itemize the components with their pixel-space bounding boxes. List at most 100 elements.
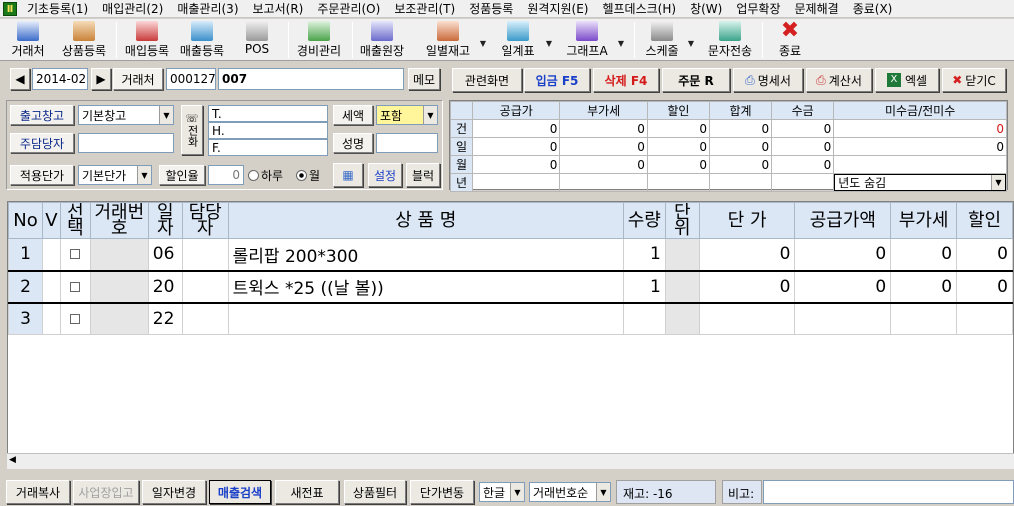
table-row-selected[interactable]: 2 20 트윅스 *25 ((날 볼)) 1 0 0 0 0 xyxy=(8,269,1013,304)
next-month-button[interactable]: ▶ xyxy=(91,68,111,90)
pos-button[interactable]: POS xyxy=(238,21,276,59)
chevron-down-icon[interactable]: ▼ xyxy=(510,483,524,501)
copy-trade-button[interactable]: 거래복사 xyxy=(6,480,70,504)
col-discount[interactable]: 할인 xyxy=(956,202,1013,239)
product-register-button[interactable]: 상품등록 xyxy=(56,21,112,59)
chevron-down-icon[interactable]: ▼ xyxy=(596,483,610,501)
chevron-down-icon[interactable]: ▼ xyxy=(991,175,1005,190)
sales-register-button[interactable]: 매출등록 xyxy=(176,21,228,59)
col-unit[interactable]: 단위 xyxy=(664,202,700,239)
menu-exit[interactable]: 종료(X) xyxy=(847,0,901,17)
horizontal-scrollbar[interactable]: ◀ xyxy=(7,453,1014,469)
col-trade-number[interactable]: 거래번호 xyxy=(89,202,149,239)
col-manager[interactable]: 담당자 xyxy=(181,202,229,239)
applied-price-select[interactable]: 기본단가 ▼ xyxy=(78,165,152,185)
deposit-button[interactable]: 입금 F5 xyxy=(524,68,590,92)
daily-stock-dropdown-icon[interactable]: ▼ xyxy=(480,39,486,48)
menu-window[interactable]: 창(W) xyxy=(684,0,730,17)
tel-field[interactable]: T. xyxy=(208,105,328,122)
menu-license[interactable]: 정품등록 xyxy=(463,0,521,17)
menu-extension[interactable]: 업무확장 xyxy=(730,0,788,17)
hp-field[interactable]: H. xyxy=(208,122,328,139)
phone-button[interactable]: ☏ 전화 xyxy=(181,105,203,155)
row-checkbox[interactable] xyxy=(70,281,81,292)
delete-button[interactable]: 삭제 F4 xyxy=(593,68,659,92)
store-receive-button[interactable]: 사업장입고 xyxy=(73,480,139,504)
row-checkbox[interactable] xyxy=(70,313,81,324)
price-change-button[interactable]: 단가변동 xyxy=(410,480,474,504)
table-row[interactable]: 1 06 롤리팝 200*300 1 0 0 0 0 xyxy=(8,238,1013,271)
menu-purchase[interactable]: 매입관리(2) xyxy=(96,0,171,17)
graph-button[interactable]: 그래프A ▼ xyxy=(560,21,624,59)
graph-dropdown-icon[interactable]: ▼ xyxy=(618,39,624,48)
exit-button[interactable]: ✖ 종료 xyxy=(770,20,810,59)
daily-report-button[interactable]: 일계표 ▼ xyxy=(494,21,552,59)
menu-order[interactable]: 주문관리(O) xyxy=(311,0,388,17)
schedule-dropdown-icon[interactable]: ▼ xyxy=(688,39,694,48)
expense-button[interactable]: 경비관리 xyxy=(292,21,346,59)
year-visibility-select[interactable]: 년도 숨김 ▼ xyxy=(834,174,1006,191)
menu-aux[interactable]: 보조관리(T) xyxy=(388,0,463,17)
col-select[interactable]: 선택 xyxy=(59,202,91,239)
memo-button[interactable]: 메모 xyxy=(408,68,440,90)
sort-order-select[interactable]: 거래번호순 ▼ xyxy=(529,482,611,502)
customer-button[interactable]: 거래처 xyxy=(6,21,50,59)
col-supply-amount[interactable]: 공급가액 xyxy=(794,202,892,239)
note-field[interactable] xyxy=(763,480,1014,504)
product-filter-button[interactable]: 상품필터 xyxy=(344,480,406,504)
month-radio[interactable]: 월 xyxy=(296,167,320,184)
tax-select[interactable]: 포함 ▼ xyxy=(376,105,438,125)
app-icon[interactable]: Ⅱ xyxy=(3,1,17,16)
col-date[interactable]: 일자 xyxy=(147,202,183,239)
calc-tool-button[interactable]: ▦ xyxy=(333,163,363,187)
schedule-button[interactable]: 스케줄 ▼ xyxy=(640,21,694,59)
sms-icon xyxy=(719,21,741,41)
menu-report[interactable]: 보고서(R) xyxy=(247,0,312,17)
purchase-register-button[interactable]: 매입등록 xyxy=(120,21,174,59)
customer-name-field[interactable]: 007 xyxy=(218,68,404,90)
date-change-button[interactable]: 일자변경 xyxy=(142,480,206,504)
warehouse-select[interactable]: 기본창고 ▼ xyxy=(78,105,174,125)
ime-select[interactable]: 한글 ▼ xyxy=(479,482,525,502)
menu-helpdesk[interactable]: 헬프데스크(H) xyxy=(596,0,684,17)
name-field[interactable] xyxy=(376,133,438,153)
chevron-down-icon[interactable]: ▼ xyxy=(423,106,437,124)
block-button[interactable]: 블럭 xyxy=(406,163,440,187)
chevron-down-icon[interactable]: ▼ xyxy=(159,106,173,124)
date-field[interactable]: 2014-02 xyxy=(32,68,88,90)
order-button[interactable]: 주문 R xyxy=(662,68,730,92)
col-product-name[interactable]: 상 품 명 xyxy=(227,202,624,239)
menu-sales[interactable]: 매출관리(3) xyxy=(171,0,246,17)
sales-ledger-button[interactable]: 매출원장 xyxy=(356,21,408,59)
day-radio[interactable]: 하루 xyxy=(248,167,283,184)
chevron-down-icon[interactable]: ▼ xyxy=(137,166,151,184)
prev-month-button[interactable]: ◀ xyxy=(10,68,30,90)
related-screen-button[interactable]: 관련화면 xyxy=(452,68,522,92)
col-qty[interactable]: 수량 xyxy=(622,202,666,239)
summary-header-collected: 수금 xyxy=(771,101,835,120)
row-checkbox[interactable] xyxy=(70,249,81,260)
fax-field[interactable]: F. xyxy=(208,139,328,156)
col-vat[interactable]: 부가세 xyxy=(890,202,958,239)
excel-button[interactable]: X 엑셀 xyxy=(875,68,939,92)
statement-button[interactable]: ⎙ 명세서 xyxy=(733,68,803,92)
col-no[interactable]: No xyxy=(8,202,43,239)
new-slip-button[interactable]: 새전표 xyxy=(275,480,339,504)
discount-field[interactable]: 0 xyxy=(208,165,244,185)
col-v[interactable]: V xyxy=(41,202,61,239)
tax-invoice-button[interactable]: ⎙ 계산서 xyxy=(806,68,872,92)
scroll-left-icon[interactable]: ◀ xyxy=(9,455,16,465)
sms-send-button[interactable]: 문자전송 xyxy=(704,21,756,59)
sales-search-button[interactable]: 매출검색 xyxy=(209,480,271,504)
customer-code-field[interactable]: 000127 xyxy=(166,68,216,90)
table-row[interactable]: 3 22 xyxy=(8,302,1013,335)
close-button[interactable]: ✖ 닫기C xyxy=(942,68,1006,92)
daily-report-dropdown-icon[interactable]: ▼ xyxy=(546,39,552,48)
menu-remote[interactable]: 원격지원(E) xyxy=(521,0,596,17)
menu-troubleshoot[interactable]: 문제해결 xyxy=(789,0,847,17)
manager-field[interactable] xyxy=(78,133,174,153)
setting-button[interactable]: 설정 xyxy=(368,163,402,187)
col-unit-price[interactable]: 단 가 xyxy=(698,202,796,239)
daily-stock-button[interactable]: 일별재고 ▼ xyxy=(420,21,486,59)
menu-basic[interactable]: 기초등록(1) xyxy=(21,0,96,17)
